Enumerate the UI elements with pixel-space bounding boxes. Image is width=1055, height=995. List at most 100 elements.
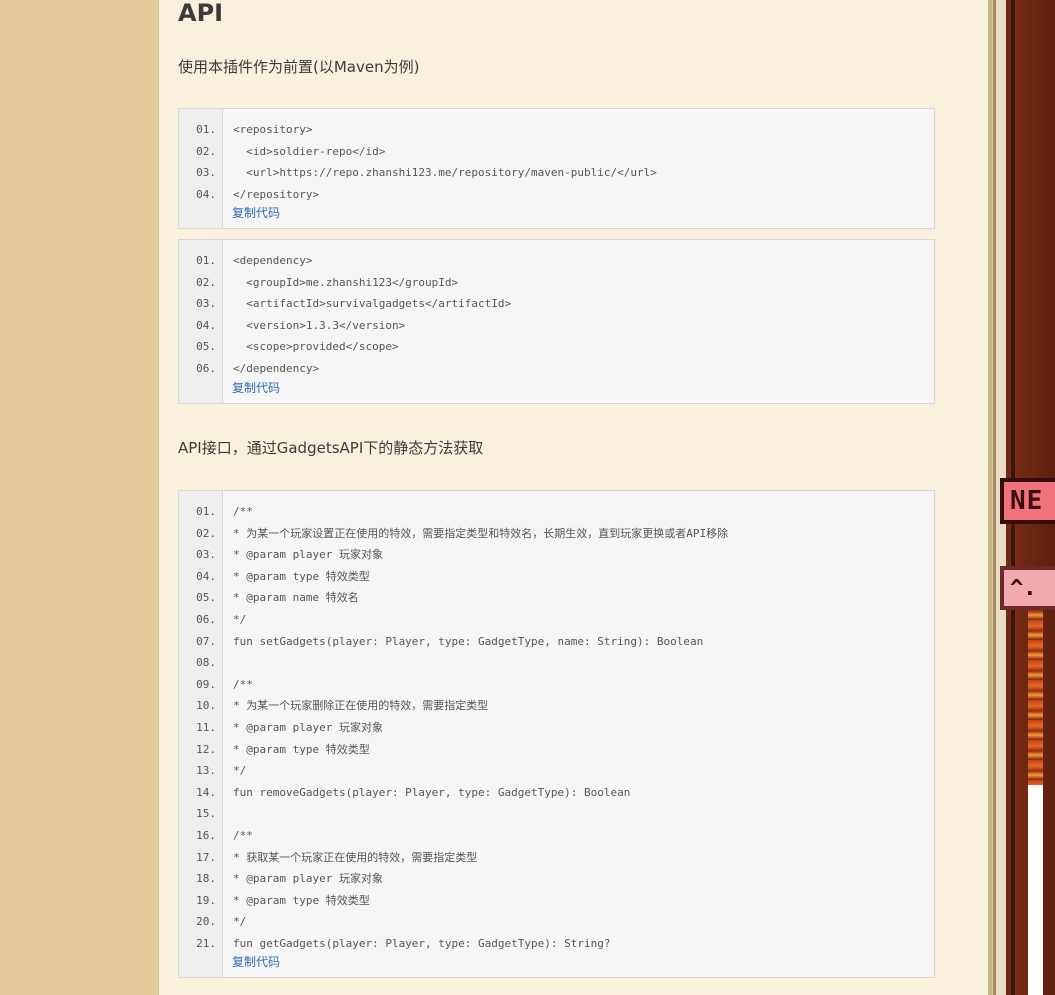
line-number: 05. xyxy=(196,340,216,354)
line-number: 03. xyxy=(196,297,216,311)
code-text: */ xyxy=(233,612,247,626)
code-text: <scope>provided</scope> xyxy=(233,340,399,354)
code-line: 16. /** xyxy=(179,825,934,847)
code-line: 03. * @param player 玩家对象 xyxy=(179,544,934,566)
code-text: <dependency> xyxy=(233,254,313,267)
code-text: <groupId>me.zhanshi123</groupId> xyxy=(233,275,459,289)
code-block-dependency: 01. <dependency> 02. <groupId>me.zhanshi12… xyxy=(178,239,935,404)
line-number: 06. xyxy=(196,361,216,375)
new-badge[interactable]: NE xyxy=(1000,478,1055,524)
code-line: 05. <scope>provided</scope> xyxy=(179,336,934,358)
code-line: 14. fun removeGadgets(player: Player, typ… xyxy=(179,782,934,804)
code-line: 04. * @param type 特效类型 xyxy=(179,566,934,588)
code-line: 01. <dependency> xyxy=(179,250,934,272)
decorative-sidebar: NE ^. xyxy=(988,0,1055,995)
code-text: /** xyxy=(233,505,253,518)
code-line: 09. /** xyxy=(179,674,934,696)
line-number: 03. xyxy=(196,548,216,562)
line-number: 06. xyxy=(196,612,216,626)
code-text: * 为某一个玩家设置正在使用的特效，需要指定类型和特效名，长期生效，直到玩家更换… xyxy=(233,526,729,540)
line-number: 21. xyxy=(196,936,216,950)
code-text: </repository> xyxy=(233,187,320,201)
line-number: 11. xyxy=(196,720,216,734)
code-line: 10. * 为某一个玩家删除正在使用的特效，需要指定类型 xyxy=(179,695,934,717)
code-text: <id>soldier-repo</id> xyxy=(233,144,386,158)
line-number: 12. xyxy=(196,742,216,756)
code-text: * @param type 特效类型 xyxy=(233,742,370,756)
code-text: * 获取某一个玩家正在使用的特效，需要指定类型 xyxy=(233,850,478,864)
copy-code-button[interactable]: 复制代码 xyxy=(179,380,934,400)
line-number: 17. xyxy=(196,850,216,864)
code-line: 04. <version>1.3.3</version> xyxy=(179,315,934,337)
lava-decoration xyxy=(1028,600,1043,785)
code-line: 12. * @param type 特效类型 xyxy=(179,739,934,761)
code-line: 21. fun getGadgets(player: Player, type: … xyxy=(179,933,934,955)
code-text: /** xyxy=(233,828,253,842)
code-line: 02. * 为某一个玩家设置正在使用的特效，需要指定类型和特效名，长期生效，直到玩… xyxy=(179,523,934,545)
code-lines: 01. <dependency> 02. <groupId>me.zhanshi12… xyxy=(179,240,934,380)
line-number: 16. xyxy=(196,828,216,842)
code-line: 17. * 获取某一个玩家正在使用的特效，需要指定类型 xyxy=(179,847,934,869)
line-number: 04. xyxy=(196,569,216,583)
code-line: 05. * @param name 特效名 xyxy=(179,587,934,609)
code-line: 15. xyxy=(179,803,934,825)
line-number: 15. xyxy=(196,807,216,821)
code-text: </dependency> xyxy=(233,361,320,375)
code-line: 02. <groupId>me.zhanshi123</groupId> xyxy=(179,272,934,294)
code-lines: 01. /** 02. * 为某一个玩家设置正在使用的特效，需要指定类型和特效名，长期… xyxy=(179,491,934,954)
code-line: 08. xyxy=(179,652,934,674)
code-text: */ xyxy=(233,764,247,778)
line-number: 13. xyxy=(196,764,216,778)
code-text: * @param player 玩家对象 xyxy=(233,872,383,886)
article-content: API 使用本插件作为前置(以Maven为例) 01. <repository> 0… xyxy=(158,0,989,995)
code-text: * @param type 特效类型 xyxy=(233,893,370,907)
code-text: * @param player 玩家对象 xyxy=(233,720,383,734)
pixel-badge[interactable]: ^. xyxy=(1000,566,1055,610)
line-number: 04. xyxy=(196,318,216,332)
copy-code-button[interactable]: 复制代码 xyxy=(179,954,934,974)
line-number: 03. xyxy=(196,166,216,180)
code-line: 04. </repository> xyxy=(179,184,934,206)
code-block-repository: 01. <repository> 02. <id>soldier-repo</id>… xyxy=(178,108,935,229)
line-number: 19. xyxy=(196,893,216,907)
code-text: * @param name 特效名 xyxy=(233,591,359,605)
line-number: 05. xyxy=(196,591,216,605)
code-line: 02. <id>soldier-repo</id> xyxy=(179,141,934,163)
code-text: <repository> xyxy=(233,123,313,136)
line-number: 08. xyxy=(196,656,216,670)
line-number: 18. xyxy=(196,872,216,886)
line-number: 01. xyxy=(196,505,216,518)
line-number: 04. xyxy=(196,187,216,201)
line-number: 01. xyxy=(196,254,216,267)
code-line: 11. * @param player 玩家对象 xyxy=(179,717,934,739)
code-line: 07. fun setGadgets(player: Player, type: … xyxy=(179,631,934,653)
code-text: * @param type 特效类型 xyxy=(233,569,370,583)
code-line: 03. <url>https://repo.zhanshi123.me/repo… xyxy=(179,162,934,184)
code-line: 01. /** xyxy=(179,501,934,523)
code-text: fun getGadgets(player: Player, type: Gad… xyxy=(233,936,611,950)
copy-code-button[interactable]: 复制代码 xyxy=(179,205,934,225)
line-number: 09. xyxy=(196,677,216,691)
code-text: fun setGadgets(player: Player, type: Gad… xyxy=(233,634,704,648)
line-number: 02. xyxy=(196,144,216,158)
line-number: 20. xyxy=(196,915,216,929)
code-text: * @param player 玩家对象 xyxy=(233,548,383,562)
code-text: <version>1.3.3</version> xyxy=(233,318,406,332)
code-text: fun removeGadgets(player: Player, type: … xyxy=(233,785,631,799)
code-line: 13. */ xyxy=(179,760,934,782)
code-text: <url>https://repo.zhanshi123.me/reposito… xyxy=(233,166,657,180)
code-line: 06. */ xyxy=(179,609,934,631)
line-number: 02. xyxy=(196,275,216,289)
line-number: 10. xyxy=(196,699,216,713)
code-text: */ xyxy=(233,915,247,929)
line-number: 14. xyxy=(196,785,216,799)
line-number: 07. xyxy=(196,634,216,648)
section-heading: API xyxy=(178,0,224,27)
code-line: 19. * @param type 特效类型 xyxy=(179,890,934,912)
line-number: 02. xyxy=(196,526,216,540)
code-line: 06. </dependency> xyxy=(179,358,934,380)
api-paragraph: API接口，通过GadgetsAPI下的静态方法获取 xyxy=(178,439,484,457)
code-text: * 为某一个玩家删除正在使用的特效，需要指定类型 xyxy=(233,699,489,713)
code-line: 18. * @param player 玩家对象 xyxy=(179,868,934,890)
code-line: 03. <artifactId>survivalgadgets</artifac… xyxy=(179,293,934,315)
